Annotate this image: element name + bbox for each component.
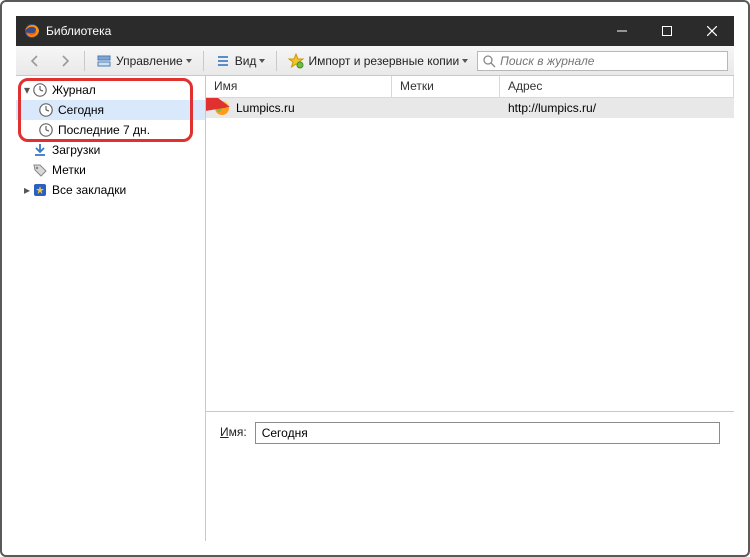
tree-today[interactable]: Сегодня: [16, 100, 205, 120]
import-label: Импорт и резервные копии: [308, 54, 459, 68]
tree-label: Сегодня: [58, 103, 104, 117]
star-icon: [288, 53, 304, 69]
search-icon: [482, 54, 496, 68]
tree-allbookmarks[interactable]: ▸ Все закладки: [16, 180, 205, 200]
arrow-left-icon: [27, 53, 43, 69]
tree-history[interactable]: ▾ Журнал: [16, 80, 205, 100]
import-button[interactable]: Импорт и резервные копии: [283, 50, 473, 72]
minimize-button[interactable]: [599, 16, 644, 46]
details-pane: Имя:: [206, 411, 734, 541]
arrow-right-icon: [57, 53, 73, 69]
tree-label: Загрузки: [52, 143, 100, 157]
manage-label: Управление: [116, 54, 183, 68]
maximize-button[interactable]: [644, 16, 689, 46]
history-row[interactable]: Lumpics.ru http://lumpics.ru/: [206, 98, 734, 118]
search-box[interactable]: [477, 51, 728, 71]
site-favicon-icon: [214, 100, 230, 116]
bookmarks-icon: [32, 182, 48, 198]
forward-button[interactable]: [52, 50, 78, 72]
clock-icon: [38, 102, 54, 118]
column-address[interactable]: Адрес: [500, 76, 734, 97]
view-label: Вид: [235, 54, 257, 68]
list-icon: [215, 53, 231, 69]
body: ▾ Журнал Сегодня Последние 7 дн.: [16, 76, 734, 541]
separator: [84, 51, 85, 71]
tree-downloads[interactable]: Загрузки: [16, 140, 205, 160]
screenshot-frame: Библиотека Управление Вид: [0, 0, 750, 557]
tree-label: Метки: [52, 163, 86, 177]
tree: ▾ Журнал Сегодня Последние 7 дн.: [16, 80, 205, 200]
search-input[interactable]: [500, 54, 723, 68]
download-icon: [32, 142, 48, 158]
chevron-down-icon: [462, 59, 468, 63]
tree-label: Журнал: [52, 83, 96, 97]
back-button[interactable]: [22, 50, 48, 72]
separator: [276, 51, 277, 71]
tree-tags[interactable]: Метки: [16, 160, 205, 180]
tag-icon: [32, 162, 48, 178]
row-name: Lumpics.ru: [236, 101, 295, 115]
column-tags[interactable]: Метки: [392, 76, 500, 97]
twisty-closed-icon: ▸: [22, 183, 32, 197]
library-window: Библиотека Управление Вид: [16, 16, 734, 541]
titlebar: Библиотека: [16, 16, 734, 46]
separator: [203, 51, 204, 71]
toolbar: Управление Вид Импорт и резервные копии: [16, 46, 734, 76]
row-address: http://lumpics.ru/: [500, 101, 734, 115]
twisty-open-icon: ▾: [22, 83, 32, 97]
tree-last7[interactable]: Последние 7 дн.: [16, 120, 205, 140]
chevron-down-icon: [259, 59, 265, 63]
sidebar: ▾ Журнал Сегодня Последние 7 дн.: [16, 76, 206, 541]
organize-icon: [96, 53, 112, 69]
rows-area: Lumpics.ru http://lumpics.ru/: [206, 98, 734, 411]
view-button[interactable]: Вид: [210, 50, 271, 72]
chevron-down-icon: [186, 59, 192, 63]
window-title: Библиотека: [46, 24, 111, 38]
details-name-label: Имя:: [220, 422, 247, 439]
main-panel: Имя Метки Адрес Lumpics.ru: [206, 76, 734, 541]
column-name[interactable]: Имя: [206, 76, 392, 97]
details-name-input[interactable]: [255, 422, 720, 444]
clock-icon: [32, 82, 48, 98]
firefox-icon: [24, 23, 40, 39]
close-button[interactable]: [689, 16, 734, 46]
tree-label: Последние 7 дн.: [58, 123, 150, 137]
manage-button[interactable]: Управление: [91, 50, 197, 72]
clock-icon: [38, 122, 54, 138]
column-headers: Имя Метки Адрес: [206, 76, 734, 98]
tree-label: Все закладки: [52, 183, 126, 197]
